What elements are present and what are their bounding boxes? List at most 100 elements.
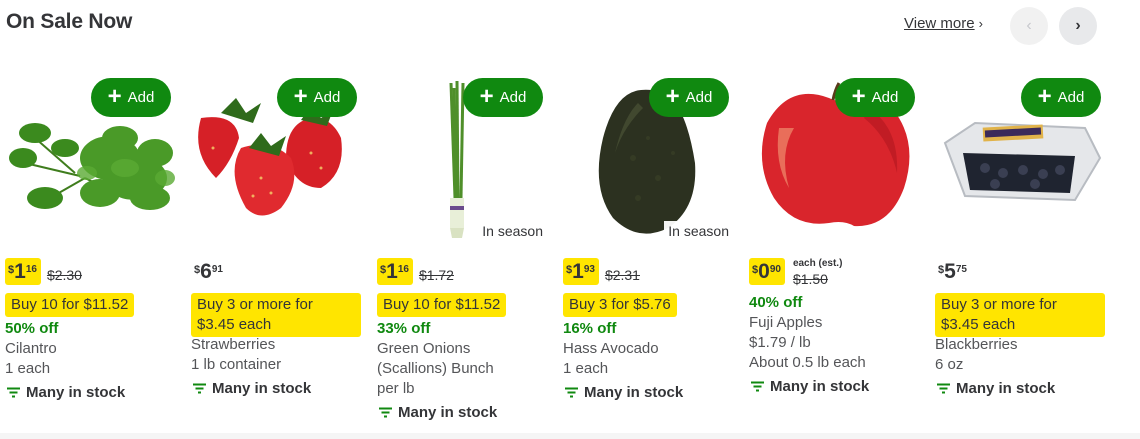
promo-line-2: $3.45 each: [941, 316, 1016, 333]
product-card-green-onions[interactable]: In season + Add $1 16 $1.72 Buy 10 for $11…: [377, 78, 553, 423]
promo-badge: Buy 3 for $5.76: [563, 293, 677, 317]
add-to-cart-button[interactable]: + Add: [91, 78, 171, 117]
add-label: Add: [313, 89, 341, 106]
add-label: Add: [1057, 89, 1085, 106]
add-label: Add: [127, 89, 155, 106]
sale-price: $1 16: [377, 258, 413, 285]
sale-price: $1 93: [563, 258, 599, 285]
price-dollars: 1: [14, 260, 26, 283]
section-divider: [0, 433, 1140, 439]
in-season-badge: In season: [478, 221, 547, 241]
price-cents: 16: [397, 264, 409, 275]
product-unit: 6 oz: [935, 356, 964, 373]
price-dollars: 1: [386, 260, 398, 283]
carousel-next-button[interactable]: ›: [1059, 7, 1097, 45]
product-name[interactable]: Blackberries: [935, 335, 1018, 355]
promo-line-1: Buy 3 or more for: [941, 296, 1057, 313]
product-name[interactable]: Hass Avocado: [563, 339, 659, 359]
chevron-left-icon: ‹: [1026, 17, 1032, 34]
product-name-line-1[interactable]: Green Onions: [377, 339, 470, 359]
product-card-strawberries[interactable]: + Add $6 91 Buy 3 or more for $3.45 each S…: [191, 78, 367, 423]
stock-status: Many in stock: [935, 380, 1055, 397]
add-to-cart-button[interactable]: + Add: [649, 78, 729, 117]
view-more-link[interactable]: View more ›: [904, 15, 983, 32]
price-row: $1 16 $2.30: [5, 258, 82, 290]
chevron-right-icon: ›: [978, 16, 983, 31]
price-dollars: 0: [758, 260, 770, 283]
plus-icon: +: [851, 82, 866, 110]
filter-lines-icon: [7, 387, 20, 398]
promo-badge: Buy 3 or more for $3.45 each: [191, 293, 361, 337]
plus-icon: +: [665, 82, 680, 110]
product-name-line-2[interactable]: (Scallions) Bunch: [377, 359, 494, 379]
filter-lines-icon: [565, 387, 578, 398]
product-card-hass-avocado[interactable]: In season + Add $1 93 $2.31 Buy 3 for $5.7…: [563, 78, 739, 423]
section-title: On Sale Now: [6, 10, 133, 33]
add-label: Add: [685, 89, 713, 106]
price-row: $1 93 $2.31: [563, 258, 640, 290]
product-unit: per lb: [377, 380, 415, 397]
each-estimate-label: each (est.): [792, 258, 843, 269]
filter-lines-icon: [193, 383, 206, 394]
filter-lines-icon: [937, 383, 950, 394]
filter-lines-icon: [379, 407, 392, 418]
product-unit: 1 each: [563, 360, 609, 377]
plus-icon: +: [479, 82, 494, 110]
price-cents: 91: [211, 264, 223, 275]
stock-label: Many in stock: [584, 384, 684, 401]
product-unit: 1 each: [5, 360, 51, 377]
product-card-cilantro[interactable]: + Add $1 16 $2.30 Buy 10 for $11.52 50% of…: [5, 78, 181, 423]
price-dollars: 5: [944, 260, 956, 283]
product-unit-price: $1.79 / lb: [749, 334, 811, 351]
sale-price: $1 16: [5, 258, 41, 285]
discount-text: 33% off: [377, 320, 431, 337]
price-note: each (est.) $1.50: [793, 258, 842, 287]
regular-price: $5 75: [935, 258, 971, 285]
stock-label: Many in stock: [956, 380, 1056, 397]
promo-line-1: Buy 3 or more for: [197, 296, 313, 313]
price-row: $6 91: [191, 258, 227, 290]
regular-price: $6 91: [191, 258, 227, 285]
sale-price: $0 90: [749, 258, 785, 285]
add-label: Add: [499, 89, 527, 106]
price-row: $5 75: [935, 258, 971, 290]
original-price: $1.72: [418, 267, 454, 283]
promo-line-2: $3.45 each: [197, 316, 272, 333]
stock-status: Many in stock: [749, 378, 869, 395]
section-header: On Sale Now View more › ‹ ›: [6, 7, 1140, 48]
view-more-label: View more: [904, 15, 975, 32]
add-to-cart-button[interactable]: + Add: [463, 78, 543, 117]
price-dollars: 6: [200, 260, 212, 283]
price-dollars: 1: [572, 260, 584, 283]
chevron-right-icon: ›: [1075, 17, 1081, 34]
stock-status: Many in stock: [377, 404, 497, 421]
original-price: $2.31: [604, 267, 640, 283]
stock-label: Many in stock: [26, 384, 126, 401]
add-to-cart-button[interactable]: + Add: [1021, 78, 1101, 117]
promo-badge: Buy 3 or more for $3.45 each: [935, 293, 1105, 337]
add-to-cart-button[interactable]: + Add: [277, 78, 357, 117]
stock-label: Many in stock: [398, 404, 498, 421]
add-to-cart-button[interactable]: + Add: [835, 78, 915, 117]
original-price: $2.30: [46, 267, 82, 283]
stock-status: Many in stock: [191, 380, 311, 397]
product-card-fuji-apples[interactable]: + Add $0 90 each (est.) $1.50 40% off Fuji…: [749, 78, 925, 423]
price-row: $1 16 $1.72: [377, 258, 454, 290]
discount-text: 40% off: [749, 294, 803, 311]
filter-lines-icon: [751, 381, 764, 392]
stock-status: Many in stock: [563, 384, 683, 401]
original-price: $1.50: [792, 271, 828, 287]
carousel-prev-button[interactable]: ‹: [1010, 7, 1048, 45]
promo-badge: Buy 10 for $11.52: [5, 293, 135, 317]
plus-icon: +: [293, 82, 308, 110]
product-name[interactable]: Fuji Apples: [749, 313, 822, 333]
discount-text: 16% off: [563, 320, 617, 337]
add-label: Add: [871, 89, 899, 106]
product-name[interactable]: Strawberries: [191, 335, 275, 355]
product-weight-note: About 0.5 lb each: [749, 354, 866, 371]
stock-label: Many in stock: [770, 378, 870, 395]
product-name[interactable]: Cilantro: [5, 339, 57, 359]
stock-status: Many in stock: [5, 384, 125, 401]
price-cents: 16: [25, 264, 37, 275]
product-card-blackberries[interactable]: + Add $5 75 Buy 3 or more for $3.45 each B…: [935, 78, 1111, 423]
